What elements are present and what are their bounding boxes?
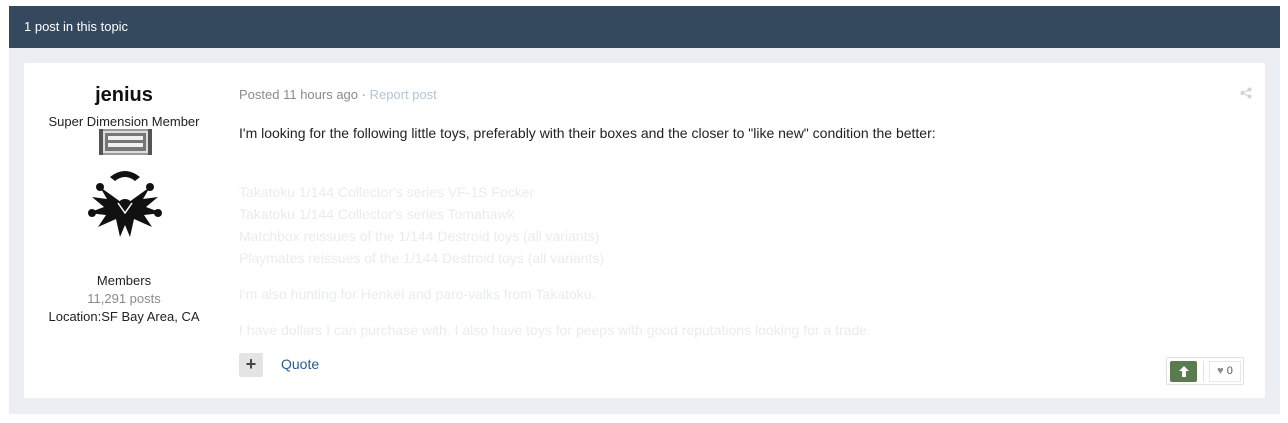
rank-badge-icon: [99, 129, 152, 155]
reputation-controls: ♥ 0: [1166, 357, 1244, 385]
author-post-count: 11,291 posts: [87, 291, 161, 306]
topic-container: 1 post in this topic jenius Super Dimens…: [9, 6, 1280, 414]
reputation-divider: [1203, 361, 1204, 382]
reputation-count-badge: ♥ 0: [1209, 361, 1241, 382]
wanted-item: Takatoku 1/144 Collector's series VF-1S …: [239, 184, 535, 200]
heart-icon: ♥: [1217, 365, 1224, 377]
arrow-up-icon: [1178, 366, 1189, 377]
upvote-button[interactable]: [1170, 361, 1197, 382]
author-title: Super Dimension Member: [48, 114, 200, 129]
wanted-item: Takatoku 1/144 Collector's series Tomaha…: [239, 206, 515, 222]
wanted-item: Matchbox reissues of the 1/144 Destroid …: [239, 228, 600, 244]
report-post-link[interactable]: Report post: [370, 87, 437, 102]
post-card: jenius Super Dimension Member Members 11…: [24, 63, 1265, 398]
meta-separator: ·: [358, 87, 370, 102]
topic-post-count-bar: 1 post in this topic: [9, 6, 1280, 48]
share-icon[interactable]: [1240, 87, 1252, 99]
wanted-item: Playmates reissues of the 1/144 Destroid…: [239, 250, 604, 266]
avatar[interactable]: [80, 167, 170, 243]
post-hunting-text: I'm also hunting for Henkei and paro-val…: [239, 286, 596, 302]
post-intro: I'm looking for the following little toy…: [239, 125, 936, 141]
author-location: Location:SF Bay Area, CA: [48, 309, 200, 324]
post-trade-text: I have dollars I can purchase with. I al…: [239, 322, 871, 338]
multiquote-button[interactable]: +: [239, 353, 263, 377]
topic-post-count: 1 post in this topic: [24, 19, 129, 34]
author-name[interactable]: jenius: [24, 84, 224, 107]
author-group: Members: [96, 273, 152, 288]
post-meta: Posted 11 hours ago · Report post: [239, 87, 437, 102]
post-timestamp[interactable]: Posted 11 hours ago: [239, 87, 358, 102]
quote-button[interactable]: Quote: [281, 356, 319, 372]
reputation-count: 0: [1226, 365, 1233, 377]
